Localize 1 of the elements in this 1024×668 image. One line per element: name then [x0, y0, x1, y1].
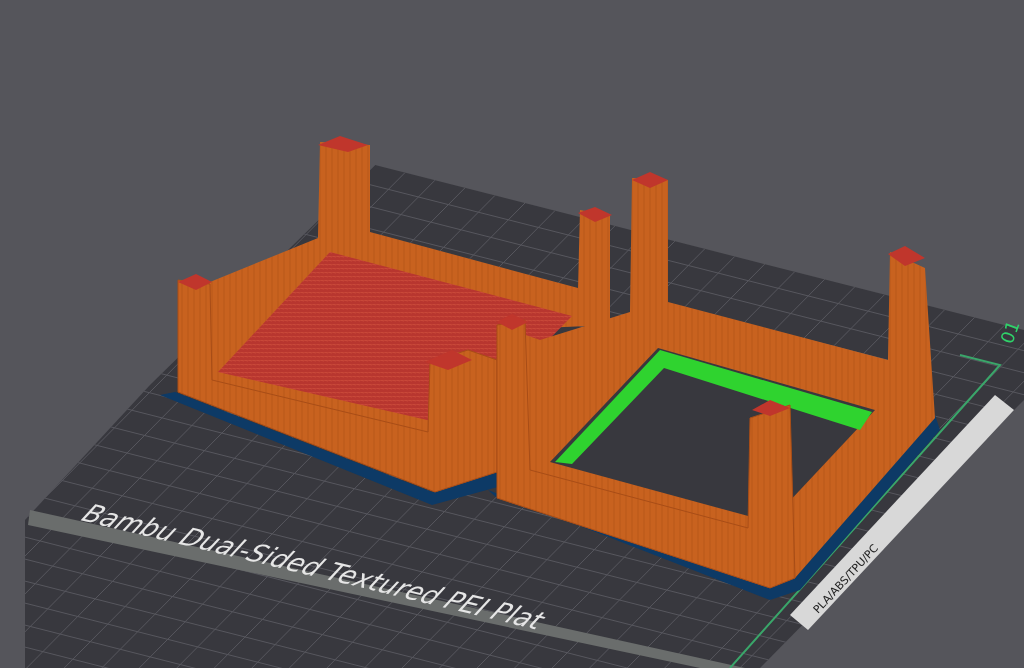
plate-number: 01 [996, 317, 1024, 347]
